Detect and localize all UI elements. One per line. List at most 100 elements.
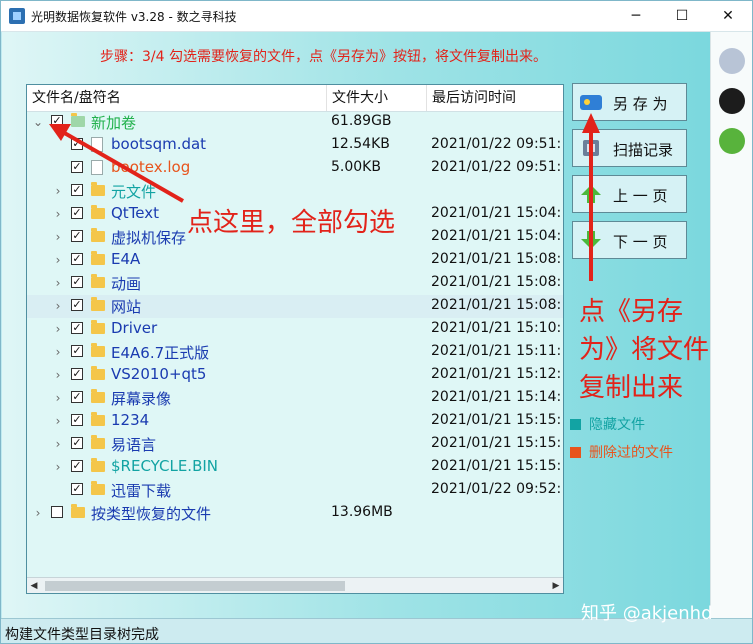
column-header-name[interactable]: 文件名/盘符名 <box>27 85 327 111</box>
legend-hidden: 隐藏文件 <box>570 414 645 434</box>
folder-icon <box>91 366 105 380</box>
drive-icon <box>71 113 85 127</box>
tree-row[interactable]: › ✓ Driver 2021/01/21 15:10: <box>27 318 563 341</box>
row-checkbox[interactable]: ✓ <box>71 138 83 150</box>
legend-deleted-label: 删除过的文件 <box>589 445 673 461</box>
row-checkbox[interactable]: ✓ <box>71 345 83 357</box>
row-time: 2021/01/21 15:15: <box>431 435 562 451</box>
row-name: E4A6.7正式版 <box>111 344 210 362</box>
row-time: 2021/01/21 15:12: <box>431 366 562 382</box>
expand-toggle-icon[interactable]: › <box>53 207 63 221</box>
scan-record-button[interactable]: 扫描记录 <box>572 129 687 167</box>
tree-row[interactable]: › ✓ 1234 2021/01/21 15:15: <box>27 410 563 433</box>
row-checkbox[interactable]: ✓ <box>51 115 63 127</box>
row-name: 易语言 <box>111 436 157 454</box>
row-time: 2021/01/21 15:04: <box>431 205 562 221</box>
row-checkbox[interactable] <box>51 506 63 518</box>
row-name: 虚拟机保存 <box>111 229 187 247</box>
expand-toggle-icon[interactable]: › <box>53 437 63 451</box>
scroll-left-icon[interactable]: ◀ <box>27 578 41 593</box>
tree-row[interactable]: › ✓ E4A6.7正式版 2021/01/21 15:11: <box>27 341 563 364</box>
expand-toggle-icon[interactable]: › <box>53 391 63 405</box>
tree-row[interactable]: › ✓ E4A 2021/01/21 15:08: <box>27 249 563 272</box>
row-checkbox[interactable]: ✓ <box>71 230 83 242</box>
folder-icon <box>91 205 105 219</box>
expand-toggle-icon[interactable]: › <box>33 506 43 520</box>
row-checkbox[interactable]: ✓ <box>71 184 83 196</box>
folder-icon <box>91 274 105 288</box>
expand-toggle-icon[interactable]: › <box>53 414 63 428</box>
tree-row[interactable]: › 按类型恢复的文件 13.96MB <box>27 502 563 525</box>
expand-toggle-icon[interactable]: › <box>53 276 63 290</box>
row-checkbox[interactable]: ✓ <box>71 391 83 403</box>
arrow-down-icon <box>581 231 601 249</box>
row-checkbox[interactable]: ✓ <box>71 368 83 380</box>
horizontal-scrollbar[interactable]: ◀ ▶ <box>27 577 563 593</box>
tree-row[interactable]: ✓ bootsqm.dat 12.54KB 2021/01/22 09:51: <box>27 134 563 157</box>
qq-icon[interactable] <box>719 88 745 114</box>
row-name: E4A <box>111 250 141 268</box>
tree-row[interactable]: › ✓ 网站 2021/01/21 15:08: <box>27 295 563 318</box>
tree-row[interactable]: › ✓ VS2010+qt5 2021/01/21 15:12: <box>27 364 563 387</box>
title-bar: 光明数据恢复软件 v3.28 - 数之寻科技 ─ ☐ ✕ <box>1 1 752 32</box>
tree-row[interactable]: › ✓ 动画 2021/01/21 15:08: <box>27 272 563 295</box>
file-tree[interactable]: 文件名/盘符名 文件大小 最后访问时间 ⌃ ⌄ ✓ 新加卷 61.89GB ✓ boots… <box>26 84 564 594</box>
annotation-save-line3: 复制出来 <box>579 373 684 403</box>
scroll-right-icon[interactable]: ▶ <box>549 578 563 593</box>
row-checkbox[interactable]: ✓ <box>71 322 83 334</box>
row-checkbox[interactable]: ✓ <box>71 299 83 311</box>
expand-toggle-icon[interactable]: › <box>53 345 63 359</box>
row-checkbox[interactable]: ✓ <box>71 483 83 495</box>
save-as-button[interactable]: 另 存 为 <box>572 83 687 121</box>
tree-row[interactable]: ✓ bootex.log 5.00KB 2021/01/22 09:51: <box>27 157 563 180</box>
legend-hidden-swatch <box>570 419 581 430</box>
row-checkbox[interactable]: ✓ <box>71 414 83 426</box>
row-name: 按类型恢复的文件 <box>91 505 212 523</box>
prev-page-label: 上 一 页 <box>613 187 668 205</box>
expand-toggle-icon[interactable]: › <box>53 230 63 244</box>
folder-icon <box>91 343 105 357</box>
row-size: 13.96MB <box>331 504 393 520</box>
tree-row[interactable]: › ✓ 屏幕录像 2021/01/21 15:14: <box>27 387 563 410</box>
prev-page-button[interactable]: 上 一 页 <box>572 175 687 213</box>
row-size: 61.89GB <box>331 113 392 129</box>
tree-row[interactable]: › ✓ $RECYCLE.BIN 2021/01/21 15:15: <box>27 456 563 479</box>
expand-toggle-icon[interactable]: › <box>53 460 63 474</box>
next-page-button[interactable]: 下 一 页 <box>572 221 687 259</box>
row-time: 2021/01/21 15:08: <box>431 297 562 313</box>
tree-row[interactable]: ⌄ ✓ 新加卷 61.89GB <box>27 111 563 134</box>
scan-record-icon <box>583 140 599 156</box>
row-checkbox[interactable]: ✓ <box>71 253 83 265</box>
tree-row[interactable]: › ✓ 易语言 2021/01/21 15:15: <box>27 433 563 456</box>
row-time: 2021/01/21 15:15: <box>431 412 562 428</box>
row-time: 2021/01/22 09:51: <box>431 159 562 175</box>
expand-toggle-icon[interactable]: › <box>53 184 63 198</box>
row-checkbox[interactable]: ✓ <box>71 276 83 288</box>
app-window: 光明数据恢复软件 v3.28 - 数之寻科技 ─ ☐ ✕ 步骤：3/4 勾选需要… <box>0 0 753 644</box>
expand-toggle-icon[interactable]: › <box>53 368 63 382</box>
row-name: 新加卷 <box>91 114 137 132</box>
file-icon <box>91 137 103 152</box>
expand-toggle-icon[interactable]: › <box>53 322 63 336</box>
help-icon[interactable] <box>719 128 745 154</box>
expand-toggle-icon[interactable]: › <box>53 299 63 313</box>
row-checkbox[interactable]: ✓ <box>71 161 83 173</box>
side-toolbar <box>710 32 752 618</box>
maximize-button[interactable]: ☐ <box>659 1 705 31</box>
row-checkbox[interactable]: ✓ <box>71 437 83 449</box>
row-time: 2021/01/21 15:15: <box>431 458 562 474</box>
tree-row[interactable]: › ✓ 元文件 <box>27 180 563 203</box>
tree-row[interactable]: ✓ 迅雷下载 2021/01/22 09:52: <box>27 479 563 502</box>
close-button[interactable]: ✕ <box>705 1 751 31</box>
column-header-time[interactable]: 最后访问时间 <box>427 85 563 111</box>
scrollbar-thumb[interactable] <box>45 581 345 591</box>
row-checkbox[interactable]: ✓ <box>71 460 83 472</box>
expand-toggle-icon[interactable]: ⌄ <box>33 115 43 129</box>
expand-toggle-icon[interactable]: › <box>53 253 63 267</box>
save-as-icon <box>580 95 602 110</box>
step-instruction: 步骤：3/4 勾选需要恢复的文件，点《另存为》按钮，将文件复制出来。 <box>100 49 547 65</box>
minimize-button[interactable]: ─ <box>613 1 659 31</box>
computer-icon[interactable] <box>719 48 745 74</box>
row-size: 12.54KB <box>331 136 390 152</box>
row-checkbox[interactable]: ✓ <box>71 207 83 219</box>
